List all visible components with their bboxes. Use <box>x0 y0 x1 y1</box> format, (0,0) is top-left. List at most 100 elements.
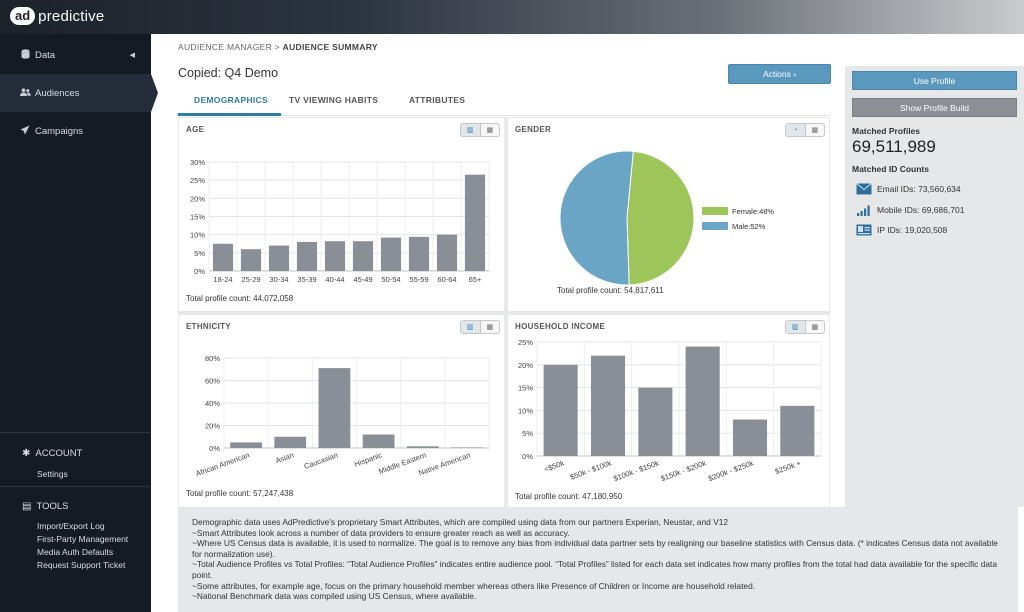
caret-left-icon: ◀ <box>129 52 135 59</box>
bar <box>590 355 626 456</box>
sidebar-item-media-auth[interactable]: Media Auth Defaults <box>37 547 113 557</box>
gender-panel: GENDER ◔ ▦ Female:48% Male:52% Total prof… <box>508 118 829 311</box>
y-tick-label: 25% <box>518 338 533 347</box>
legend-label: Female:48% <box>732 207 774 216</box>
account-section-title[interactable]: ✱ ACCOUNT <box>22 448 82 459</box>
sidebar-item-import-export-log[interactable]: Import/Export Log <box>37 521 105 531</box>
signal-bars-icon <box>856 203 872 216</box>
bar <box>638 387 673 456</box>
bar <box>240 249 262 271</box>
charts-area: AGE ▥ ▦ 0% 5% 10% 15% 20% 25% 30% 18-24 25-29 30-… <box>178 117 830 507</box>
age-total-count: Total profile count: 44,072,058 <box>186 294 294 303</box>
actions-button[interactable]: Actions › <box>728 64 831 84</box>
breadcrumb: AUDIENCE MANAGER > AUDIENCE SUMMARY <box>178 42 378 52</box>
income-bar-chart: 0% 5% 10% 15% 20% 25% <$50k $50k - $100k $100k -… <box>518 338 822 483</box>
bar <box>362 434 395 448</box>
logo[interactable]: ad predictive <box>10 7 104 25</box>
bar <box>212 243 234 271</box>
y-tick-label: 15% <box>518 384 533 393</box>
sidebar-item-data[interactable]: Data ◀ <box>0 36 151 74</box>
x-tick-label: $250k + <box>774 458 803 476</box>
bar <box>543 364 578 456</box>
show-profile-build-button[interactable]: Show Profile Build <box>852 98 1017 117</box>
legend-swatch <box>702 207 728 215</box>
x-tick-label: 40-44 <box>325 275 344 284</box>
y-tick-label: 5% <box>194 249 205 258</box>
bar <box>380 237 402 271</box>
use-profile-button[interactable]: Use Profile <box>852 71 1017 90</box>
x-tick-label: African American <box>194 450 250 478</box>
y-tick-label: 0% <box>194 267 205 276</box>
tools-section-title[interactable]: ▤ TOOLS <box>22 501 68 512</box>
x-tick-label: $50k - $100k <box>569 458 613 481</box>
y-tick-label: 30% <box>190 158 205 167</box>
breadcrumb-current: AUDIENCE SUMMARY <box>282 42 378 52</box>
ip-ids-row: IP IDs: 19,020,508 <box>856 223 947 236</box>
y-tick-label: 20% <box>518 361 533 370</box>
sidebar-item-first-party[interactable]: First-Party Management <box>37 534 128 544</box>
briefcase-icon: ▤ <box>22 501 32 512</box>
bar <box>324 241 346 271</box>
active-tab-indicator <box>178 113 281 116</box>
x-tick-label: 45-49 <box>353 275 372 284</box>
bar <box>408 236 430 271</box>
legend-swatch <box>702 222 728 230</box>
legend-label: Male:52% <box>732 222 766 231</box>
note-line: ~Total Audience Profiles vs Total Profil… <box>192 559 997 580</box>
logo-text: predictive <box>38 7 105 25</box>
bar <box>352 241 374 271</box>
pie-slice <box>626 150 695 286</box>
methodology-notes: Demographic data uses AdPredictive's pro… <box>178 507 1018 612</box>
x-tick-label: $100k - $150k <box>612 458 660 483</box>
note-line: ~Where US Census data is available, it i… <box>192 538 998 559</box>
sidebar-item-support-ticket[interactable]: Request Support Ticket <box>37 560 125 570</box>
x-tick-label: 35-39 <box>297 275 316 284</box>
x-tick-label: 60-64 <box>437 275 456 284</box>
income-panel: HOUSEHOLD INCOME ▥ ▦ 0% 5% 10% 15% 20% 25% <$5… <box>508 315 829 507</box>
y-tick-label: 80% <box>205 354 220 363</box>
gear-icon: ✱ <box>22 448 31 459</box>
matched-id-counts-label: Matched ID Counts <box>852 164 929 174</box>
bar <box>732 419 768 456</box>
paper-plane-icon <box>19 125 31 137</box>
pie-slice <box>559 150 634 286</box>
bar <box>406 446 439 448</box>
sidebar-item-audiences[interactable]: Audiences <box>0 74 158 112</box>
y-tick-label: 40% <box>205 399 220 408</box>
breadcrumb-parent[interactable]: AUDIENCE MANAGER > <box>178 42 280 52</box>
y-tick-label: 0% <box>522 452 533 461</box>
y-tick-label: 15% <box>190 213 205 222</box>
email-ids-row: Email IDs: 73,560,634 <box>856 182 961 195</box>
sidebar-item-label: Data <box>35 49 56 61</box>
x-tick-label: Caucasian <box>303 450 339 471</box>
sidebar-item-label: Audiences <box>35 87 80 99</box>
sidebar-item-settings[interactable]: Settings <box>37 469 68 479</box>
database-icon <box>19 49 31 61</box>
y-tick-label: 20% <box>190 194 205 203</box>
sidebar-item-label: Campaigns <box>35 125 84 137</box>
tab-demographics[interactable]: DEMOGRAPHICS <box>194 95 268 105</box>
tab-attributes[interactable]: ATTRIBUTES <box>409 95 465 105</box>
age-bar-chart: 0% 5% 10% 15% 20% 25% 30% 18-24 25-29 30-34 35-39 4… <box>190 158 490 284</box>
note-line: ~National Benchmark data was compiled us… <box>192 591 477 602</box>
y-tick-label: 20% <box>205 422 220 431</box>
envelope-icon <box>856 182 872 195</box>
tab-tv-viewing-habits[interactable]: TV VIEWING HABITS <box>289 95 378 105</box>
x-tick-label: $150k - $200k <box>660 458 708 483</box>
top-bar: ad predictive <box>0 0 1024 34</box>
x-tick-label: 30-34 <box>269 275 288 284</box>
profile-summary-panel: Use Profile Show Profile Build Matched P… <box>845 66 1024 507</box>
x-tick-label: $200k - $250k <box>707 458 755 483</box>
users-icon <box>19 87 31 99</box>
sidebar-item-campaigns[interactable]: Campaigns <box>0 112 151 150</box>
tab-bar: DEMOGRAPHICS TV VIEWING HABITS ATTRIBUTE… <box>178 88 830 116</box>
bar <box>274 436 307 448</box>
x-tick-label: 18-24 <box>213 275 232 284</box>
y-tick-label: 60% <box>205 377 220 386</box>
ethnicity-total-count: Total profile count: 57,247,438 <box>186 489 294 498</box>
y-tick-label: 10% <box>190 231 205 240</box>
y-tick-label: 10% <box>518 406 533 415</box>
y-tick-label: 0% <box>209 444 220 453</box>
note-line: ~Some attributes, for example age, focus… <box>192 580 756 591</box>
mobile-ids-row: Mobile IDs: 69,686,701 <box>856 203 964 216</box>
